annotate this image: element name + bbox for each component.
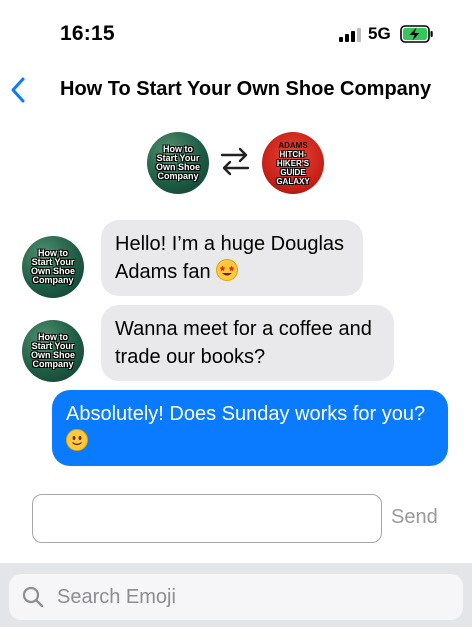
emoji-search-field[interactable]: Search Emoji bbox=[9, 574, 463, 620]
chat-title: How To Start Your Own Shoe Company bbox=[60, 78, 432, 100]
cover-line: Company bbox=[32, 359, 74, 369]
network-type: 5G bbox=[368, 24, 391, 43]
avatar-cover-text: How to Start Your Own Shoe Company bbox=[22, 320, 84, 382]
avatar-cover-text: How to Start Your Own Shoe Company bbox=[22, 236, 84, 298]
cover-line: HITCH- bbox=[279, 149, 307, 159]
slightly-smiling-face-emoji-icon bbox=[66, 429, 88, 451]
left-book-cover-text: How to Start Your Own Shoe Company bbox=[147, 132, 209, 194]
right-book-cover-text: ADAMS HITCH- HIKER'S GUIDE GALAXY bbox=[262, 132, 324, 194]
back-chevron-icon[interactable] bbox=[6, 75, 30, 105]
search-icon bbox=[22, 586, 44, 608]
cover-line: GUIDE bbox=[280, 167, 306, 177]
chat-header: How To Start Your Own Shoe Company bbox=[0, 66, 472, 116]
send-button[interactable]: Send bbox=[391, 506, 438, 529]
cover-line: HIKER'S bbox=[276, 158, 310, 168]
incoming-message-bubble[interactable]: Wanna meet for a coffee and trade our bo… bbox=[101, 305, 394, 381]
message-input[interactable] bbox=[32, 494, 382, 543]
cover-line: Company bbox=[32, 275, 74, 285]
signal-icon bbox=[339, 28, 361, 42]
cover-line: ADAMS bbox=[278, 140, 308, 150]
status-bar: 16:15 5G bbox=[0, 0, 472, 66]
message-text: Wanna meet for a coffee and trade our bo… bbox=[115, 318, 372, 368]
star-struck-emoji-icon bbox=[216, 259, 239, 281]
outgoing-message-bubble[interactable]: Absolutely! Does Sunday works for you? bbox=[52, 390, 448, 466]
battery-charging-icon bbox=[400, 25, 433, 43]
incoming-message-bubble[interactable]: Hello! I’m a huge Douglas Adams fan bbox=[101, 220, 363, 296]
cover-line: Company bbox=[157, 171, 199, 181]
sender-avatar[interactable]: How to Start Your Own Shoe Company bbox=[22, 236, 84, 298]
swap-arrows-icon bbox=[220, 147, 250, 176]
emoji-search-placeholder: Search Emoji bbox=[57, 586, 176, 608]
emoji-keyboard-panel: Search Emoji bbox=[0, 563, 472, 627]
status-time: 16:15 bbox=[60, 22, 115, 45]
message-text: Absolutely! Does Sunday works for you? bbox=[66, 403, 426, 425]
right-book-cover[interactable]: ADAMS HITCH- HIKER'S GUIDE GALAXY bbox=[262, 132, 324, 194]
book-trade-pair: How to Start Your Own Shoe Company ADAMS… bbox=[0, 130, 472, 196]
cover-line: GALAXY bbox=[276, 176, 310, 186]
left-book-cover[interactable]: How to Start Your Own Shoe Company bbox=[147, 132, 209, 194]
sender-avatar[interactable]: How to Start Your Own Shoe Company bbox=[22, 320, 84, 382]
